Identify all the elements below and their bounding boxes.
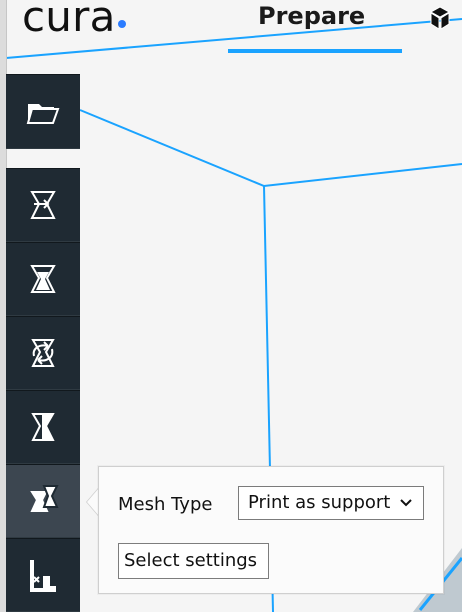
rotate-tool-button[interactable] bbox=[6, 316, 80, 390]
tool-group bbox=[6, 168, 80, 612]
mesh-type-selected-value: Print as support bbox=[248, 492, 391, 513]
cura-window: cura Prepare Mesh Type Print as support … bbox=[0, 0, 462, 612]
mesh-type-popup: Mesh Type Print as support Select settin… bbox=[98, 466, 444, 594]
support-blocker-button[interactable] bbox=[6, 538, 80, 612]
rotate-icon bbox=[31, 339, 55, 367]
select-settings-label: Select settings bbox=[124, 550, 258, 571]
support-blocker-icon bbox=[30, 560, 56, 592]
chevron-down-icon bbox=[400, 499, 412, 507]
open-file-button[interactable] bbox=[6, 74, 80, 149]
active-tab-indicator bbox=[228, 49, 402, 53]
scale-icon bbox=[30, 265, 56, 293]
mirror-icon bbox=[31, 413, 55, 441]
per-model-settings-button[interactable] bbox=[6, 464, 80, 538]
folder-open-icon bbox=[26, 103, 60, 124]
top-header: cura Prepare bbox=[0, 0, 462, 56]
tab-prepare[interactable]: Prepare bbox=[228, 0, 402, 54]
mesh-type-label: Mesh Type bbox=[118, 494, 213, 515]
view-cube-button[interactable] bbox=[427, 5, 453, 31]
logo-dot bbox=[117, 20, 126, 28]
per-model-settings-icon bbox=[30, 485, 59, 512]
logo-text: cura bbox=[22, 0, 116, 41]
tab-prepare-label: Prepare bbox=[258, 2, 366, 30]
cube-icon bbox=[429, 6, 451, 30]
build-volume-edge bbox=[79, 109, 462, 188]
select-settings-button[interactable]: Select settings bbox=[118, 543, 269, 579]
left-toolbar bbox=[6, 74, 80, 612]
mesh-type-dropdown[interactable]: Print as support bbox=[238, 486, 424, 520]
move-icon bbox=[30, 191, 56, 219]
cura-logo: cura bbox=[22, 0, 126, 42]
scale-tool-button[interactable] bbox=[6, 242, 80, 316]
move-tool-button[interactable] bbox=[6, 168, 80, 242]
mirror-tool-button[interactable] bbox=[6, 390, 80, 464]
